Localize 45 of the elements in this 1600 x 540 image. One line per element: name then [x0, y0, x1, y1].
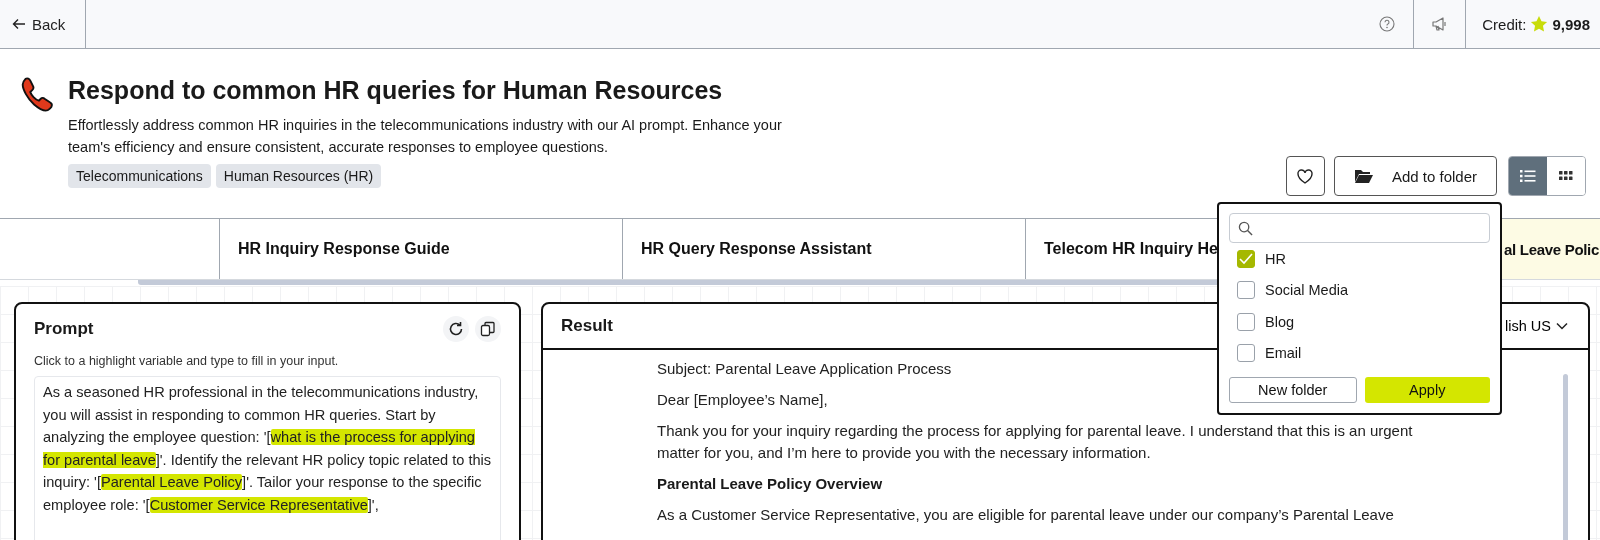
chevron-down-icon [1556, 322, 1568, 330]
page-description: Effortlessly address common HR inquiries in the telecommunications industry with our AI prompt. Enhance your team's efficiency and ensure consistent, accurate responses to employee questions. [68, 116, 783, 157]
search-field[interactable] [1229, 213, 1490, 243]
folder-label: Blog [1265, 313, 1295, 330]
star-icon [1530, 15, 1549, 33]
instruction-text: Click to a highlight variable and type to fill in your input. [34, 354, 340, 368]
refresh-icon [448, 321, 464, 337]
page-title: Respond to common HR queries for Human Resources [68, 75, 724, 106]
copy-icon [480, 321, 496, 337]
panel-title: Result [561, 316, 613, 336]
panel-title: Prompt [34, 319, 94, 339]
folder-label: HR [1265, 250, 1286, 267]
copy-button[interactable] [475, 316, 501, 342]
megaphone-icon [1430, 16, 1449, 32]
favorite-button[interactable] [1285, 156, 1325, 196]
scrollbar-thumb[interactable] [1563, 374, 1568, 540]
add-to-folder-button[interactable]: Add to folder [1333, 156, 1497, 196]
folder-icon [1353, 168, 1374, 184]
result-paragraph: Subject: Parental Leave Application Process [657, 359, 952, 379]
grid-icon [1559, 171, 1573, 181]
credit-value: 9,998 [1552, 15, 1590, 33]
checkbox[interactable] [1237, 249, 1255, 268]
heart-icon [1297, 168, 1314, 184]
checkbox[interactable] [1237, 281, 1255, 300]
list-icon [1520, 169, 1536, 183]
category-tag[interactable]: Human Resources (HR) [215, 164, 382, 188]
new-folder-button[interactable]: New folder [1229, 377, 1357, 403]
back-button[interactable]: Back [0, 0, 87, 48]
apply-button[interactable]: Apply [1364, 377, 1490, 403]
help-icon [1379, 16, 1396, 32]
result-paragraph: Thank you for your inquiry regarding the process for applying for parental leave. I understand that this is an urgent matter for you, and I’m here to provide you with the necessary information. [657, 421, 1414, 463]
result-paragraph: Dear [Employee’s Name], [657, 390, 828, 410]
language-selector[interactable]: lish US [1505, 318, 1568, 334]
folder-label: Email [1265, 345, 1302, 362]
search-icon [1238, 220, 1253, 236]
checkbox[interactable] [1237, 344, 1255, 363]
result-paragraph: As a Customer Service Representative, you are eligible for parental leave under our company’s Parental Leave [657, 505, 1394, 525]
arrow-left-icon [12, 17, 26, 31]
refresh-button[interactable] [443, 316, 469, 342]
folder-label: Social Media [1265, 282, 1348, 299]
category-tag[interactable]: Telecommunications [68, 164, 211, 188]
result-heading: Parental Leave Policy Overview [657, 474, 883, 494]
credit-label: Credit: [1482, 15, 1527, 33]
checkbox[interactable] [1237, 312, 1255, 331]
list-view-button[interactable] [1509, 157, 1547, 195]
